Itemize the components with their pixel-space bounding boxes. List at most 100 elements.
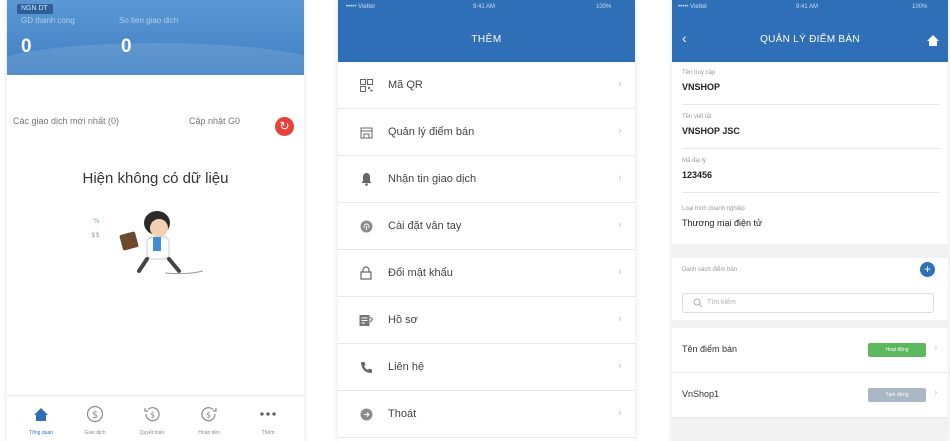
update-label: Cập nhật G0 [189, 116, 241, 126]
menu-item-label: Nhận tin giao dịch [388, 173, 477, 185]
qr-code-icon [359, 78, 373, 92]
store-management-screen: ••••• Viettel 9:41 AM 100% ‹ QUẢN LÝ ĐIỂ… [672, 0, 948, 441]
section-separator [672, 244, 948, 258]
menu-item-label: Đổi mật khẩu [388, 267, 453, 279]
tab-refund[interactable]: $ Hoàn tiền [184, 402, 234, 436]
logout-icon [360, 408, 372, 420]
status-time: 9:41 AM [473, 4, 496, 10]
stat-label: So tien giao dich [119, 16, 179, 25]
menu-item-fingerprint-settings[interactable]: Cài đặt vân tay › [338, 203, 635, 250]
field-label: Mã đại lý [682, 158, 707, 164]
menu-item-contact[interactable]: Liên hệ › [338, 344, 635, 391]
svg-text:$: $ [206, 411, 211, 420]
stat-label: GD thanh cong [21, 16, 75, 25]
store-row[interactable]: VnShop1 Tạm dừng › [672, 373, 948, 418]
chevron-right-icon: › [618, 78, 622, 90]
menu-item-label: Liên hệ [388, 361, 425, 373]
refresh-button[interactable]: ↻ [275, 117, 294, 136]
menu-item-logout[interactable]: Thoát › [338, 391, 635, 438]
tab-transactions[interactable]: $ Giao dịch [70, 402, 120, 436]
field-value: VNSHOP [682, 82, 721, 92]
field-label: Loại hình doanh nghiệp [682, 206, 745, 212]
tab-label: Thêm [261, 430, 275, 436]
menu-item-profile[interactable]: Hồ sơ › [338, 297, 635, 344]
section-separator [672, 320, 948, 328]
stat-value: 0 [21, 36, 32, 57]
lock-icon [360, 266, 372, 280]
more-menu-screen: ••••• Viettel 9:41 AM 100% THÊM Mã QR › … [338, 0, 635, 441]
menu-item-qr[interactable]: Mã QR › [338, 62, 635, 109]
overview-header: NGN DT GD thanh cong So tien giao dich 0… [7, 0, 304, 75]
fingerprint-icon [360, 220, 372, 232]
tab-label: Tổng quan [29, 430, 53, 436]
tab-label: Giao dịch [84, 430, 106, 436]
store-name: VnShop1 [682, 389, 720, 399]
add-store-button[interactable]: + [920, 262, 935, 277]
menu-item-store-management[interactable]: Quản lý điểm bán › [338, 109, 635, 156]
dollar-icon: $ [86, 405, 104, 423]
menu-item-label: Quản lý điểm bán [388, 126, 475, 138]
menu-item-change-password[interactable]: Đổi mật khẩu › [338, 250, 635, 297]
more-icon [260, 412, 276, 416]
field-value: Thương mại điện tử [682, 218, 762, 228]
home-button[interactable] [926, 34, 940, 52]
status-battery: 100% [596, 4, 612, 10]
tab-more[interactable]: Thêm [243, 402, 293, 436]
status-badge: Hoạt động [868, 343, 926, 357]
status-battery: 100% [912, 4, 928, 10]
refund-icon: $ [201, 407, 217, 422]
empty-state-illustration: % $$ [91, 211, 204, 275]
page-title: QUẢN LÝ ĐIỂM BÁN [760, 34, 860, 45]
tab-label: Hoàn tiền [198, 430, 220, 436]
store-list-title: Danh sách điểm bán [682, 267, 738, 273]
store-row[interactable]: Tên điểm bán Hoạt động › [672, 328, 948, 373]
refresh-icon: ↻ [279, 119, 290, 133]
chevron-right-icon: › [618, 407, 622, 419]
tab-label: Quyết toán [139, 430, 165, 436]
divider [682, 148, 940, 149]
store-management-header: ••••• Viettel 9:41 AM 100% ‹ QUẢN LÝ ĐIỂ… [672, 0, 948, 62]
svg-text:$$: $$ [91, 231, 100, 239]
history-icon: $ [144, 407, 160, 422]
search-placeholder: Tìm kiếm [707, 299, 736, 306]
svg-text:%: % [93, 217, 100, 225]
profile-icon [359, 314, 373, 326]
menu-item-label: Thoát [388, 408, 417, 420]
phone-icon [360, 361, 372, 373]
divider [682, 192, 940, 193]
status-carrier: ••••• Viettel [346, 4, 375, 10]
field-value: 123456 [682, 170, 713, 180]
chevron-right-icon: › [934, 387, 938, 398]
field-value: VNSHOP JSC [682, 126, 740, 136]
bottom-tab-bar: Tổng quan $ Giao dịch $ Quyết toán $ Hoà… [7, 395, 304, 441]
svg-text:$: $ [92, 410, 98, 421]
merchant-badge: NGN DT [17, 4, 53, 14]
status-badge: Tạm dừng [868, 388, 926, 402]
svg-text:$: $ [150, 411, 155, 420]
field-label: Tên truy cập [682, 70, 716, 76]
search-icon [693, 298, 703, 308]
chevron-right-icon: › [618, 219, 622, 231]
page-title: THÊM [471, 34, 502, 45]
notification-icon [361, 173, 371, 186]
bottom-filler [672, 418, 948, 441]
divider [682, 104, 940, 105]
menu-item-label: Mã QR [388, 79, 423, 91]
menu-item-transaction-notifications[interactable]: Nhận tin giao dịch › [338, 156, 635, 203]
home-icon [927, 35, 939, 46]
tab-settlement[interactable]: $ Quyết toán [127, 402, 177, 436]
store-name: Tên điểm bán [682, 344, 738, 354]
header-wave-decoration [7, 43, 304, 75]
latest-transactions-label: Các giao dịch mới nhất (0) [13, 116, 119, 126]
menu-item-label: Cài đặt vân tay [388, 220, 462, 232]
field-label: Tên viết tắt [682, 114, 712, 120]
status-time: 9:41 AM [796, 4, 819, 10]
overview-screen: NGN DT GD thanh cong So tien giao dich 0… [7, 0, 304, 441]
chevron-right-icon: › [618, 172, 622, 184]
store-search-input[interactable]: Tìm kiếm [682, 293, 934, 313]
tab-overview[interactable]: Tổng quan [16, 402, 66, 436]
plus-icon: + [923, 262, 931, 276]
store-icon [360, 127, 372, 138]
chevron-right-icon: › [618, 360, 622, 372]
more-menu-header: ••••• Viettel 9:41 AM 100% THÊM [338, 0, 635, 62]
